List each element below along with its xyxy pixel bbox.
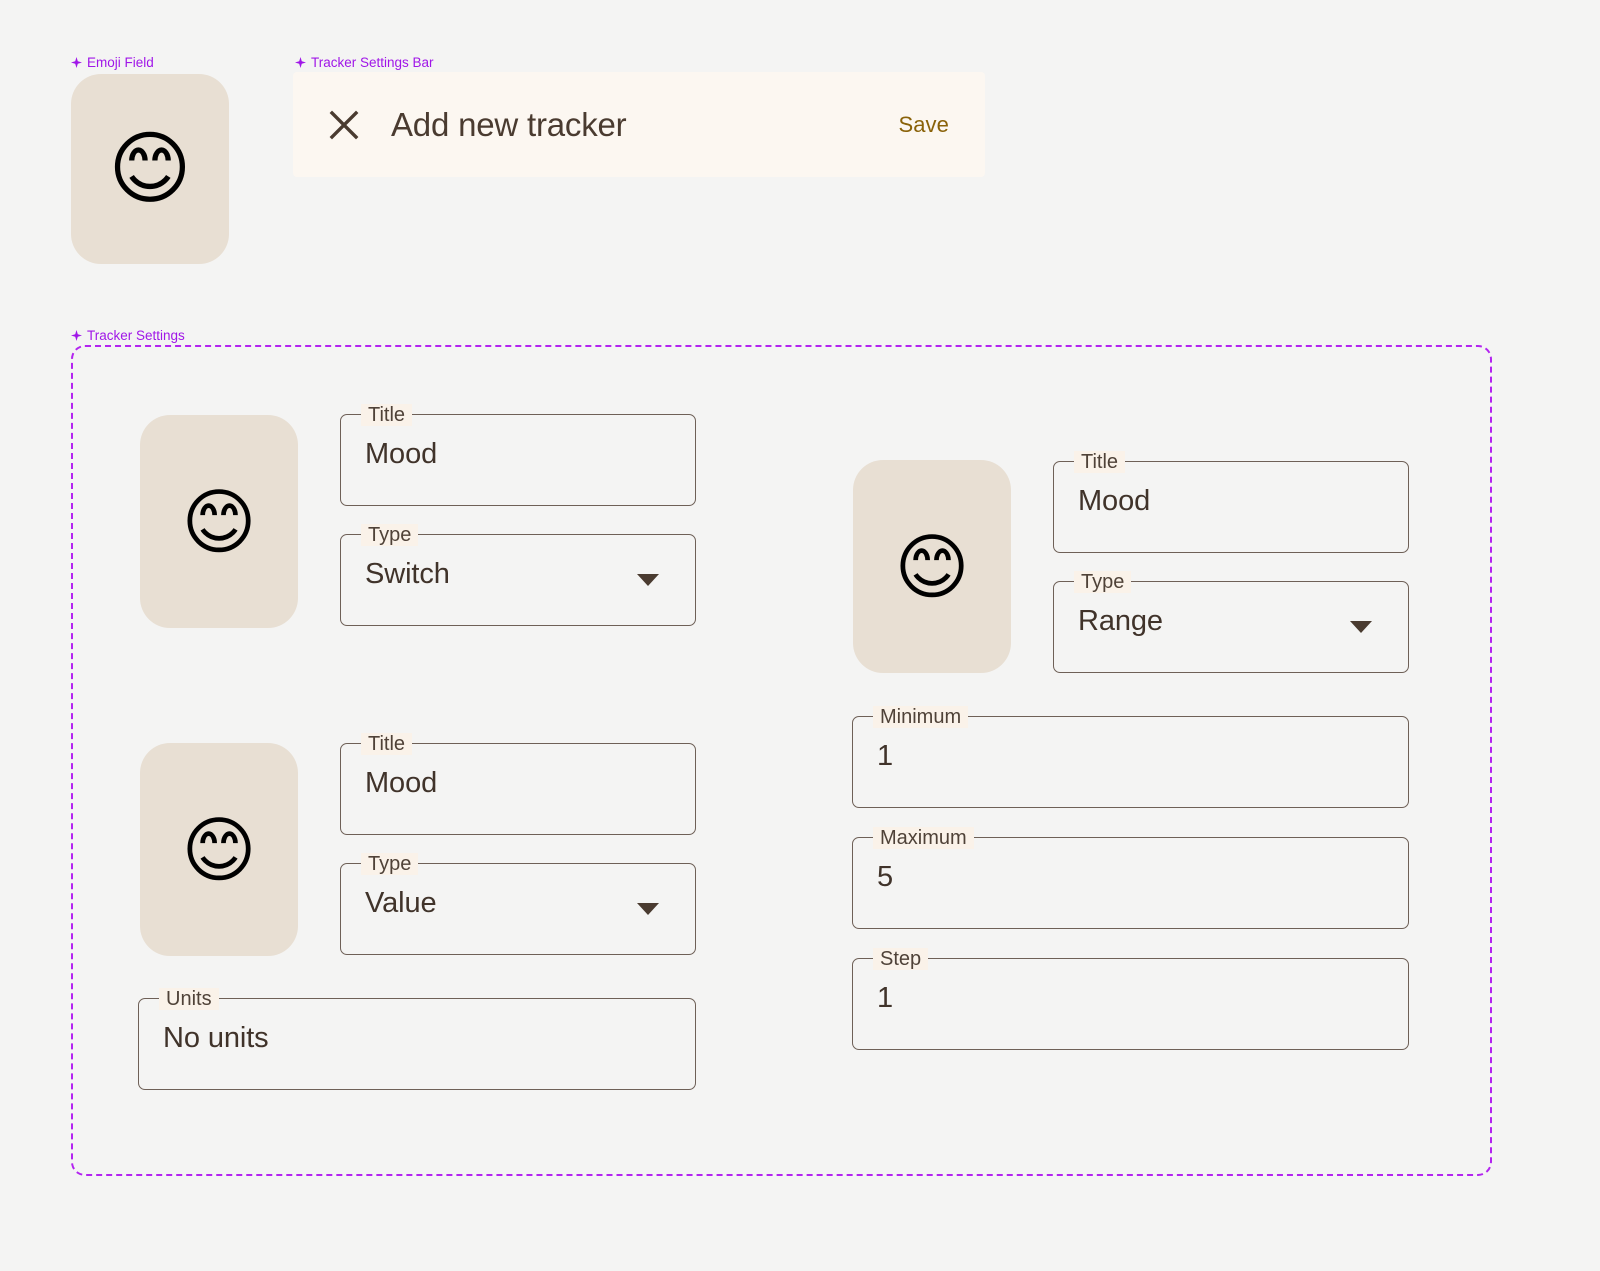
smiling-face-with-smiling-eyes-emoji: 😊 <box>894 524 970 609</box>
field-value-title: Mood <box>365 438 438 470</box>
close-button[interactable] <box>325 106 363 144</box>
close-x-icon <box>329 110 359 139</box>
smiling-face-with-smiling-eyes-emoji: 😊 <box>108 122 192 215</box>
field-label-type: Type <box>1074 571 1132 593</box>
chevron-down-icon <box>637 574 659 586</box>
annotation-tracker-settings-bar-label: Tracker Settings Bar <box>311 55 434 70</box>
field-label-title: Title <box>361 404 413 426</box>
field-value-type: Value <box>365 887 437 919</box>
switch-tracker-emoji-tile[interactable]: 😊 <box>140 415 298 628</box>
field-value-maximum: 5 <box>877 861 894 893</box>
annotation-tracker-settings-label: Tracker Settings <box>87 328 185 343</box>
sparkle-icon <box>71 330 82 342</box>
field-value-title: Mood <box>1078 485 1151 517</box>
value-tracker-type-select[interactable]: Type Value <box>340 853 696 955</box>
field-label-type: Type <box>361 853 419 875</box>
field-value-type: Switch <box>365 558 450 590</box>
range-tracker-minimum-field[interactable]: Minimum 1 <box>852 706 1409 808</box>
range-tracker-step-field[interactable]: Step 1 <box>852 948 1409 1050</box>
chevron-down-icon <box>637 903 659 915</box>
field-label-minimum: Minimum <box>873 706 969 728</box>
emoji-field-tile[interactable]: 😊 <box>71 74 229 264</box>
field-label-type: Type <box>361 524 419 546</box>
range-tracker-type-select[interactable]: Type Range <box>1053 571 1409 673</box>
value-tracker-emoji-tile[interactable]: 😊 <box>140 743 298 956</box>
range-tracker-maximum-field[interactable]: Maximum 5 <box>852 827 1409 929</box>
page-title: Add new tracker <box>391 105 627 143</box>
smiling-face-with-smiling-eyes-emoji: 😊 <box>181 807 257 892</box>
annotation-tracker-settings: Tracker Settings <box>71 329 185 343</box>
field-value-minimum: 1 <box>877 740 894 772</box>
range-tracker-emoji-tile[interactable]: 😊 <box>853 460 1011 673</box>
field-label-units: Units <box>159 988 219 1010</box>
annotation-tracker-settings-bar: Tracker Settings Bar <box>295 56 434 70</box>
field-value-units: No units <box>163 1022 269 1054</box>
field-value-step: 1 <box>877 982 894 1014</box>
field-value-type: Range <box>1078 605 1163 637</box>
value-tracker-title-field[interactable]: Title Mood <box>340 733 696 835</box>
smiling-face-with-smiling-eyes-emoji: 😊 <box>181 479 257 564</box>
tracker-settings-bar: Add new tracker Save <box>293 72 985 177</box>
sparkle-icon <box>71 57 82 69</box>
field-label-maximum: Maximum <box>873 827 974 849</box>
switch-tracker-title-field[interactable]: Title Mood <box>340 404 696 506</box>
chevron-down-icon <box>1350 621 1372 633</box>
switch-tracker-type-select[interactable]: Type Switch <box>340 524 696 626</box>
sparkle-icon <box>295 57 306 69</box>
field-label-step: Step <box>873 948 929 970</box>
field-label-title: Title <box>1074 451 1126 473</box>
field-value-title: Mood <box>365 767 438 799</box>
tracker-settings-panel: 😊 Title Mood Type Switch 😊 Title Mood Ty… <box>71 345 1492 1176</box>
field-label-title: Title <box>361 733 413 755</box>
save-button[interactable]: Save <box>896 108 951 142</box>
value-tracker-units-field[interactable]: Units No units <box>138 988 696 1090</box>
annotation-emoji-field: Emoji Field <box>71 56 154 70</box>
range-tracker-title-field[interactable]: Title Mood <box>1053 451 1409 553</box>
annotation-emoji-field-label: Emoji Field <box>87 55 154 70</box>
